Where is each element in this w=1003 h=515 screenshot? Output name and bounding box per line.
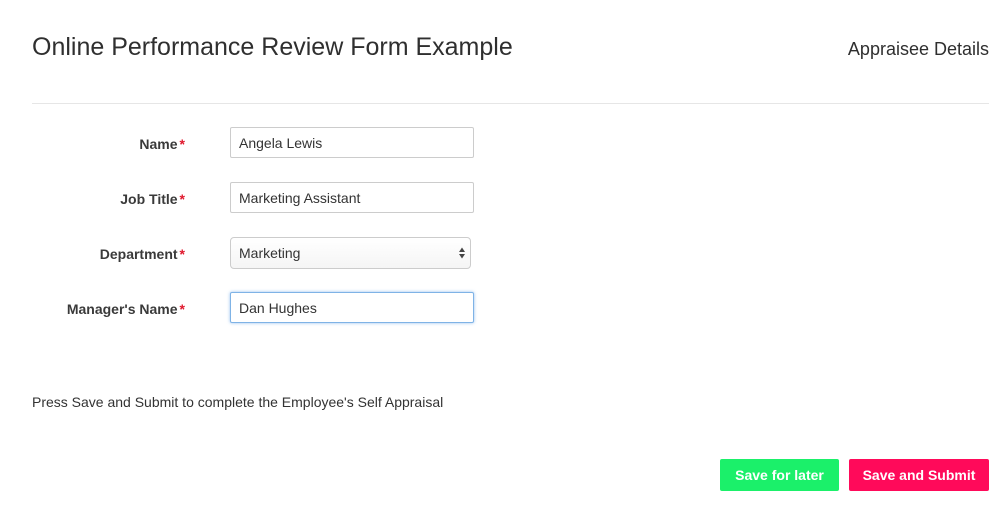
manager-name-row: Manager's Name * xyxy=(0,292,520,326)
section-title: Appraisee Details xyxy=(847,39,989,59)
job-title-row: Job Title * xyxy=(0,182,520,216)
name-row: Name * xyxy=(0,127,520,161)
header-divider xyxy=(32,103,989,104)
department-label-text: Department xyxy=(99,246,178,262)
required-marker: * xyxy=(179,136,185,152)
job-title-label: Job Title * xyxy=(120,182,185,216)
department-selected-value: Marketing xyxy=(239,245,301,261)
required-marker: * xyxy=(179,301,185,317)
name-label: Name * xyxy=(139,127,185,161)
manager-name-label: Manager's Name * xyxy=(67,292,185,326)
save-for-later-button[interactable]: Save for later xyxy=(720,459,839,491)
manager-name-input[interactable] xyxy=(230,292,474,323)
name-label-text: Name xyxy=(139,136,178,152)
manager-name-label-text: Manager's Name xyxy=(66,301,178,317)
select-arrows-icon xyxy=(459,247,465,259)
save-and-submit-button[interactable]: Save and Submit xyxy=(849,459,989,491)
department-select[interactable]: Marketing xyxy=(230,237,471,269)
department-label: Department * xyxy=(100,237,185,271)
job-title-input[interactable] xyxy=(230,182,474,213)
required-marker: * xyxy=(179,246,185,262)
department-row: Department * Marketing xyxy=(0,237,520,271)
job-title-label-text: Job Title xyxy=(120,191,178,207)
name-input[interactable] xyxy=(230,127,474,158)
required-marker: * xyxy=(179,191,185,207)
page-title: Online Performance Review Form Example xyxy=(32,33,513,61)
instruction-text: Press Save and Submit to complete the Em… xyxy=(32,394,444,410)
